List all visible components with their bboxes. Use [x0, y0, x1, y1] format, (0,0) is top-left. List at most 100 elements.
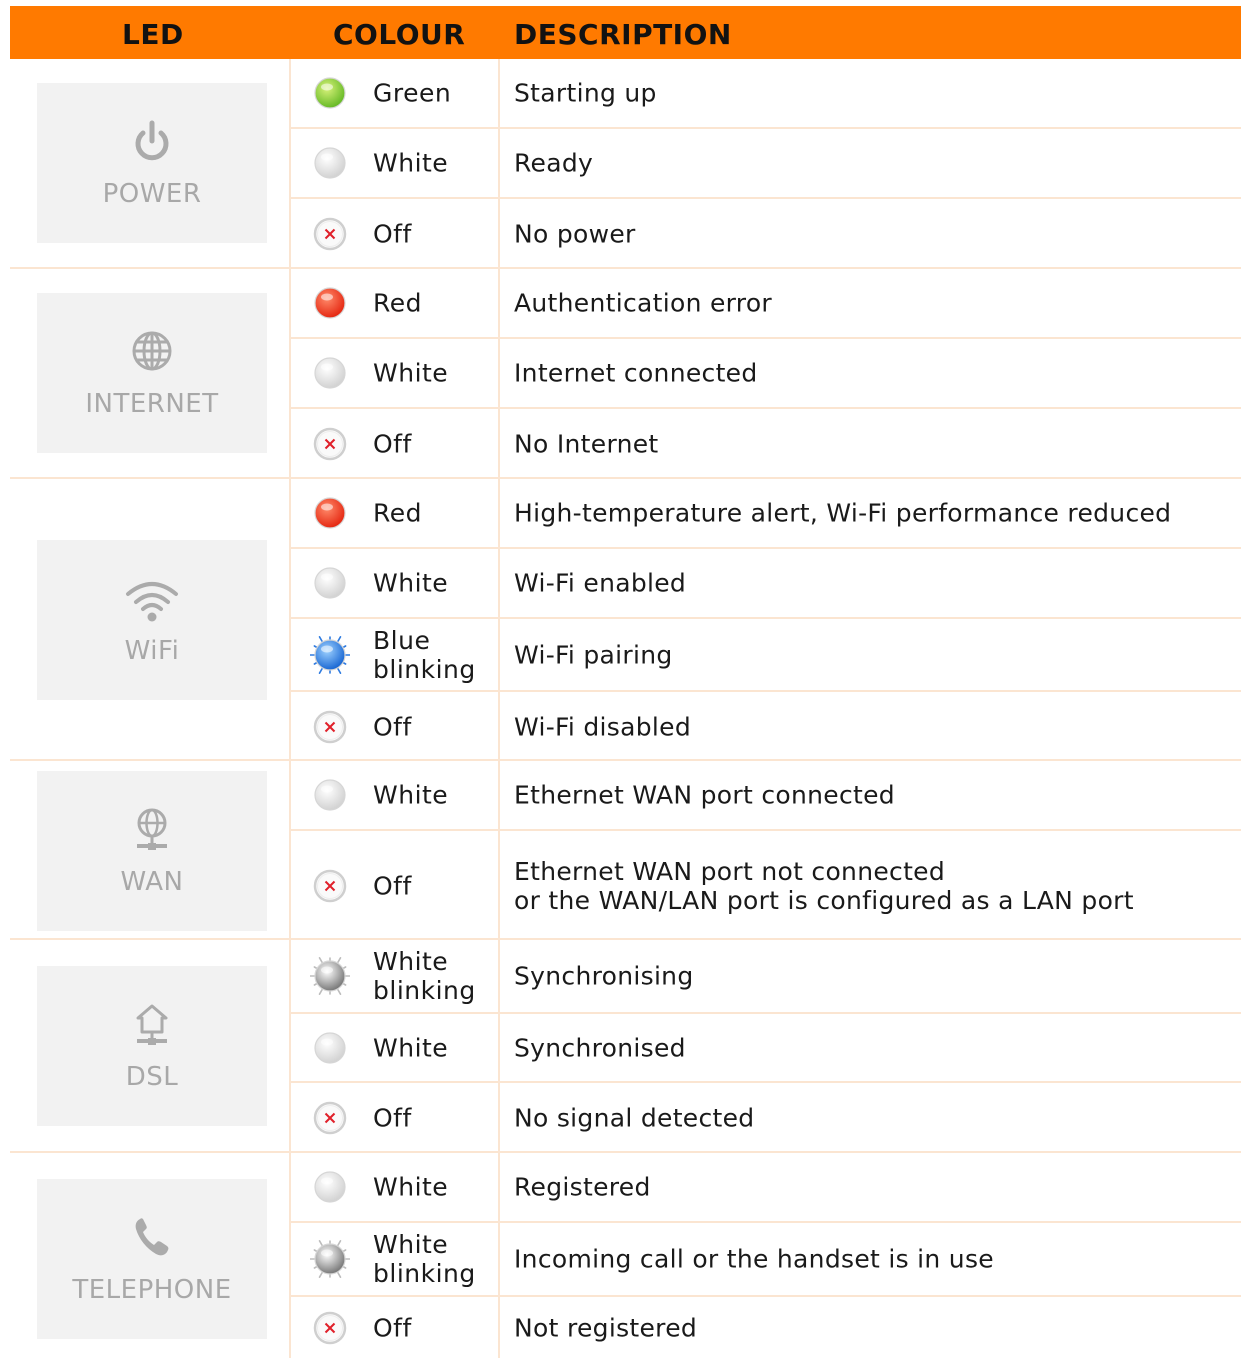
led-card: WAN [37, 771, 267, 931]
status-rows: White Registered White blinking Incoming ca… [291, 1153, 1241, 1358]
led-label: DSL [125, 1062, 179, 1092]
colour-text: White [373, 358, 449, 388]
colour-cell: Green [291, 59, 500, 127]
led-off-icon [310, 866, 350, 906]
led-card: TELEPHONE [37, 1179, 267, 1339]
colour-cell: Red [291, 269, 500, 337]
colour-text: White blinking [373, 1230, 476, 1288]
table-row: Off Ethernet WAN port not connected or th… [291, 831, 1241, 940]
colour-text: Off [373, 1103, 412, 1133]
colour-cell: Off [291, 692, 500, 761]
led-group-dsl: DSL White blinking Synchronising White Synch… [10, 940, 1241, 1153]
wan-icon [37, 807, 267, 855]
description-text: Wi-Fi disabled [514, 712, 692, 741]
led-white-icon [310, 1028, 350, 1068]
colour-cell: Red [291, 479, 500, 547]
description-text: Starting up [514, 78, 657, 108]
led-card: POWER [37, 83, 267, 243]
colour-cell: White blinking [291, 940, 500, 1012]
led-label: WAN [120, 867, 184, 897]
description-text: No power [514, 219, 636, 249]
description-text: Wi-Fi enabled [514, 568, 687, 598]
description-text: High-temperature alert, Wi-Fi performanc… [514, 498, 1172, 528]
led-blue-blinking-icon [308, 635, 352, 675]
led-white-blinking-icon [308, 956, 352, 996]
colour-text: Off [373, 1313, 412, 1342]
led-card: DSL [37, 966, 267, 1126]
dsl-icon [37, 1002, 267, 1050]
colour-cell: Off [291, 409, 500, 479]
table-row: Blue blinking Wi-Fi pairing [291, 619, 1241, 692]
led-cell: TELEPHONE [10, 1153, 291, 1358]
wifi-icon [37, 576, 267, 624]
led-cell: INTERNET [10, 269, 291, 477]
status-rows: Red High-temperature alert, Wi-Fi perform… [291, 479, 1241, 761]
led-cell: POWER [10, 59, 291, 267]
table-row: White blinking Synchronising [291, 940, 1241, 1014]
status-rows: White blinking Synchronising White Synchron… [291, 940, 1241, 1153]
led-green-icon [310, 73, 350, 113]
led-off-icon [310, 214, 350, 254]
led-group-wifi: WiFi Red High-temperature alert, Wi-Fi per… [10, 479, 1241, 761]
colour-cell: White blinking [291, 1223, 500, 1295]
colour-cell: White [291, 549, 500, 617]
colour-cell: Off [291, 1083, 500, 1153]
colour-text: Off [373, 712, 412, 741]
colour-text: Off [373, 871, 412, 900]
colour-cell: Blue blinking [291, 619, 500, 690]
led-label: WiFi [124, 636, 180, 666]
description-text: No signal detected [514, 1103, 755, 1133]
table-row: Off Wi-Fi disabled [291, 692, 1241, 761]
table-row: White Ready [291, 129, 1241, 199]
led-white-icon [310, 563, 350, 603]
table-row: Off No signal detected [291, 1083, 1241, 1153]
colour-text: White [373, 148, 449, 178]
led-red-icon [310, 283, 350, 323]
led-off-icon [310, 424, 350, 464]
colour-text: Green [373, 78, 452, 108]
led-card: WiFi [37, 540, 267, 700]
colour-text: Red [373, 498, 422, 528]
colour-text: Blue blinking [373, 625, 476, 684]
table-row: Green Starting up [291, 59, 1241, 129]
description-text: Synchronising [514, 961, 694, 991]
led-cell: DSL [10, 940, 291, 1151]
description-text: Internet connected [514, 358, 758, 388]
description-text: Incoming call or the handset is in use [514, 1244, 994, 1274]
led-label: INTERNET [85, 389, 219, 419]
header-led: LED [122, 18, 184, 51]
description-text: Ready [514, 148, 594, 178]
led-off-icon [310, 707, 350, 747]
description-text: Not registered [514, 1313, 698, 1342]
colour-text: White [373, 568, 449, 598]
phone-icon [37, 1215, 267, 1263]
status-rows: Green Starting up White Ready Off No power [291, 59, 1241, 269]
table-row: White Wi-Fi enabled [291, 549, 1241, 619]
led-label: POWER [102, 179, 202, 209]
table-row: White Registered [291, 1153, 1241, 1223]
description-text: Ethernet WAN port not connected or the W… [514, 856, 1134, 915]
led-cell: WiFi [10, 479, 291, 759]
table-row: Off No power [291, 199, 1241, 269]
header-colour: COLOUR [333, 18, 466, 51]
table-row: White Synchronised [291, 1014, 1241, 1083]
table-row: Off No Internet [291, 409, 1241, 479]
description-text: Ethernet WAN port connected [514, 780, 895, 810]
led-white-icon [310, 1167, 350, 1207]
led-label: TELEPHONE [72, 1275, 232, 1305]
colour-cell: White [291, 129, 500, 197]
led-cell: WAN [10, 761, 291, 938]
colour-text: Off [373, 429, 412, 459]
power-icon [37, 119, 267, 167]
description-text: Registered [514, 1172, 651, 1202]
led-white-icon [310, 143, 350, 183]
led-white-blinking-icon [308, 1239, 352, 1279]
colour-cell: White [291, 761, 500, 829]
globe-icon [37, 329, 267, 377]
table-row: Red Authentication error [291, 269, 1241, 339]
table-row: Red High-temperature alert, Wi-Fi perform… [291, 479, 1241, 549]
led-off-icon [310, 1098, 350, 1138]
colour-text: Red [373, 288, 422, 318]
table-row: Off Not registered [291, 1297, 1241, 1358]
status-rows: Red Authentication error White Internet con… [291, 269, 1241, 479]
